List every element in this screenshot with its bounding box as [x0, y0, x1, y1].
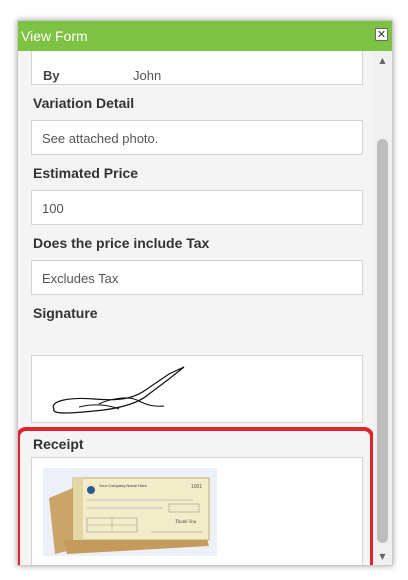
- by-label: By: [43, 68, 60, 83]
- signature-image: [39, 359, 199, 421]
- estimated-price-field: 100: [31, 190, 363, 225]
- receipt-check-illustration: Your Company Name Here 1001 Thank You: [49, 477, 210, 554]
- price-tax-field: Excludes Tax: [31, 260, 363, 295]
- variation-detail-label: Variation Detail: [33, 95, 135, 111]
- vertical-scrollbar[interactable]: ▲ ▼: [373, 51, 392, 565]
- receipt-label: Receipt: [33, 436, 84, 452]
- dialog-titlebar: View Form ✕: [18, 21, 392, 51]
- scroll-up-icon[interactable]: ▲: [373, 53, 392, 69]
- variation-detail-field: See attached photo.: [31, 120, 363, 155]
- variation-detail-value: See attached photo.: [42, 131, 159, 146]
- estimated-price-value: 100: [42, 201, 64, 216]
- view-form-dialog: View Form ✕ By John Variation Detail See…: [17, 20, 393, 566]
- by-value: John: [133, 68, 162, 83]
- receipt-thanks-text: Thank You: [175, 520, 197, 525]
- by-field: By John: [31, 51, 363, 85]
- dialog-title: View Form: [21, 28, 88, 44]
- price-tax-value: Excludes Tax: [42, 271, 119, 286]
- receipt-field: Your Company Name Here 1001 Thank You: [31, 457, 363, 565]
- receipt-number-text: 1001: [191, 484, 202, 490]
- price-tax-label: Does the price include Tax: [33, 235, 210, 251]
- signature-field: [31, 355, 363, 423]
- scroll-down-icon[interactable]: ▼: [373, 549, 392, 565]
- close-icon[interactable]: ✕: [375, 28, 388, 41]
- estimated-price-label: Estimated Price: [33, 165, 139, 181]
- receipt-company-text: Your Company Name Here: [99, 483, 148, 488]
- receipt-image[interactable]: Your Company Name Here 1001 Thank You: [43, 468, 217, 556]
- form-content: By John Variation Detail See attached ph…: [18, 51, 373, 565]
- signature-label: Signature: [33, 305, 98, 321]
- scrollbar-thumb[interactable]: [377, 139, 388, 543]
